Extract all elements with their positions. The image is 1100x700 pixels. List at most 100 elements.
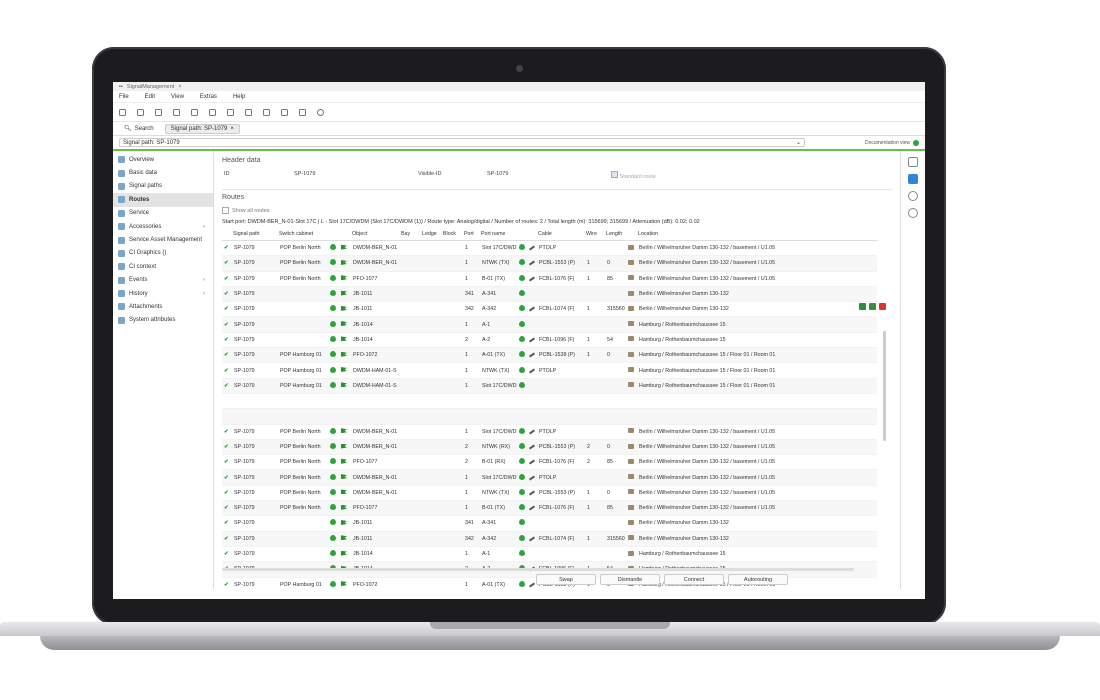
network-icon[interactable] <box>119 108 126 116</box>
cable-cell[interactable]: FCBL-1076 (F) <box>537 271 585 287</box>
table-row[interactable]: ✔ SP-1079 JB-1014 1 A-1 Hamburg / Rothenbaumc… <box>222 316 877 333</box>
refresh-icon[interactable] <box>299 108 306 116</box>
duplicate-icon[interactable] <box>281 108 288 116</box>
cable-cell[interactable]: FCBL-1074 (F) <box>537 531 585 547</box>
table-row[interactable]: ✔ SP-1079 POP Hamburg 01 PFO-1072 1 A-01 (TX)… <box>222 347 877 364</box>
object-cell[interactable]: DWDM-BER_N-01 <box>351 439 400 456</box>
sidebar-item-ci-context[interactable]: CI context <box>113 260 213 273</box>
column-header[interactable]: Port <box>463 228 480 241</box>
cable-cell[interactable]: PTOLP <box>537 424 585 440</box>
cable-cell[interactable]: PTOLP <box>537 240 585 257</box>
clipboard-icon[interactable] <box>263 108 270 116</box>
table-row[interactable]: ✔ SP-1079 JB-1014 1 A-1 Hamburg / Rothenbaumc… <box>222 546 877 563</box>
table-row[interactable]: ✔ SP-1079 JB-1011 342 A-342 FCBL-1074 (F) 1 315… <box>222 531 877 547</box>
sidebar-item-signal-paths[interactable]: Signal paths <box>113 180 213 193</box>
cable-cell[interactable]: FCBL-1096 (F) <box>537 332 585 349</box>
object-cell[interactable]: DWDM-HAM-01-S <box>351 378 400 394</box>
link-icon[interactable] <box>908 191 918 201</box>
table-row[interactable]: ✔ SP-1079 JB-1011 342 A-342 FCBL-1074 (F) 1 315… <box>222 301 877 318</box>
table-row[interactable]: ✔ SP-1079 POP Berlin North DWDM-BER_N-01 2 NT… <box>222 439 877 456</box>
show-all-routes-checkbox[interactable]: Show all routes <box>222 207 892 214</box>
cable-cell[interactable]: PCBL-1553 (P) <box>537 439 585 456</box>
sidebar-item-routes[interactable]: Routes <box>113 193 213 207</box>
sidebar-item-service-asset-management[interactable]: Service Asset Management <box>113 233 213 246</box>
tab-signal-path[interactable]: Signal path: SP-1079 × <box>164 123 240 134</box>
table-row[interactable]: ✔SP-1079 JB-1014 2A-2 FCBL-1096 (F)154 Hambu… <box>222 332 877 349</box>
object-cell[interactable]: PFO-1077 <box>351 271 400 287</box>
export-csv-icon[interactable] <box>869 303 876 310</box>
sidebar-item-service[interactable]: Service <box>113 207 213 220</box>
cable-cell[interactable] <box>537 378 585 394</box>
object-cell[interactable]: JB-1011 <box>351 531 400 547</box>
object-cell[interactable]: PFO-1077 <box>351 454 400 471</box>
standard-route-checkbox[interactable]: Standard route <box>611 171 656 180</box>
sidebar-item-ci-graphics[interactable]: CI Graphics () <box>113 247 213 260</box>
column-header[interactable]: Port name <box>480 228 517 241</box>
copy-icon[interactable] <box>155 108 162 116</box>
object-cell[interactable] <box>351 408 400 425</box>
download-icon[interactable] <box>908 157 918 167</box>
chevron-right-icon[interactable]: › <box>203 291 205 297</box>
table-row[interactable]: ✔ SP-1079 JB-1011 341 A-341 Berlin / Wilhelms… <box>222 515 877 532</box>
chevron-right-icon[interactable]: › <box>203 277 205 283</box>
column-header[interactable]: Block <box>442 228 463 241</box>
object-cell[interactable]: DWDM-BER_N-01 <box>351 485 400 502</box>
table-row[interactable]: ✔ SP-1079 POP Hamburg 01 DWDM-HAM-01-S 1 Slot… <box>222 378 877 394</box>
table-row[interactable]: ✔ SP-1079 POP Berlin North DWDM-BER_N-01 1 NT… <box>222 485 877 502</box>
column-header[interactable]: Cable <box>537 228 585 241</box>
table-row[interactable] <box>222 408 877 425</box>
cable-cell[interactable]: PCBL-1553 (P) <box>537 255 585 272</box>
column-header[interactable]: Wire <box>585 228 605 241</box>
table-row[interactable]: ✔ SP-1079 POP Berlin North DWDM-BER_N-01 1 NT… <box>222 255 877 272</box>
cable-cell[interactable]: PTOLP <box>537 469 585 486</box>
object-cell[interactable]: DWDM-BER_N-01 <box>351 240 400 257</box>
horizontal-scrollbar[interactable] <box>222 568 854 571</box>
export-excel-icon[interactable] <box>859 303 866 310</box>
menu-edit[interactable]: Edit <box>145 94 155 100</box>
open-icon[interactable] <box>137 108 144 116</box>
cable-cell[interactable]: PCBL-1538 (P) <box>537 347 585 364</box>
tab-search[interactable]: 🔍︎ Search <box>119 124 159 133</box>
column-header[interactable]: Length <box>605 228 626 241</box>
timer-icon[interactable] <box>227 108 234 116</box>
cable-cell[interactable] <box>537 546 585 563</box>
autorouting-button[interactable]: Autorouting <box>728 574 788 585</box>
table-row[interactable]: ✔ SP-1079 POP Hamburg 01 DWDM-HAM-01-S 1 NTWK… <box>222 362 877 379</box>
table-row[interactable]: ✔ SP-1079 POP Berlin North DWDM-BER_N-01 1 Sl… <box>222 240 877 257</box>
menu-view[interactable]: View <box>171 94 184 100</box>
object-cell[interactable]: JB-1014 <box>351 546 400 563</box>
table-row[interactable]: ✔ SP-1079 POP Berlin North PFO-1077 1 B-01 (T… <box>222 500 877 517</box>
upload-icon[interactable] <box>173 108 180 116</box>
cable-cell[interactable]: FCBL-1076 (F) <box>537 500 585 517</box>
table-row[interactable]: ✔ SP-1079 POP Berlin North DWDM-BER_N-01 1 Sl… <box>222 424 877 440</box>
object-cell[interactable]: DWDM-BER_N-01 <box>351 255 400 272</box>
cable-cell[interactable]: PCBL-1553 (P) <box>537 485 585 502</box>
table-row[interactable]: ✔ SP-1079 POP Berlin North DWDM-BER_N-01 1 Sl… <box>222 469 877 486</box>
swap-button[interactable]: Swap <box>536 574 596 585</box>
column-header[interactable]: Object <box>351 228 400 241</box>
object-cell[interactable]: DWDM-BER_N-01 <box>351 469 400 486</box>
help-icon[interactable] <box>317 108 324 116</box>
menu-help[interactable]: Help <box>233 94 245 100</box>
object-cell[interactable]: PFO-1077 <box>351 500 400 517</box>
signal-path-select[interactable]: Signal path: SP-1079 ⌄ <box>119 138 805 147</box>
menu-file[interactable]: File <box>119 94 129 100</box>
object-cell[interactable]: JB-1011 <box>351 515 400 532</box>
column-header[interactable] <box>527 228 537 241</box>
column-header[interactable] <box>626 228 637 241</box>
table-row[interactable] <box>222 393 877 410</box>
object-cell[interactable]: PFO-1072 <box>351 347 400 364</box>
cable-cell[interactable] <box>537 286 585 303</box>
cable-cell[interactable] <box>537 393 585 410</box>
table-row[interactable]: ✔ SP-1079 POP Berlin North PFO-1077 2 B-01 (R… <box>222 454 877 471</box>
cancel-icon[interactable] <box>908 208 918 218</box>
object-cell[interactable]: DWDM-BER_N-01 <box>351 424 400 440</box>
cable-cell[interactable]: FCBL-1074 (F) <box>537 301 585 318</box>
export-pdf-icon[interactable] <box>879 303 886 310</box>
object-cell[interactable]: JB-1014 <box>351 332 400 349</box>
menu-extras[interactable]: Extras <box>200 94 217 100</box>
cable-cell[interactable] <box>537 408 585 425</box>
import-icon[interactable] <box>908 174 918 184</box>
sidebar-item-history[interactable]: History › <box>113 287 213 300</box>
cable-cell[interactable]: PTOLP <box>537 362 585 379</box>
